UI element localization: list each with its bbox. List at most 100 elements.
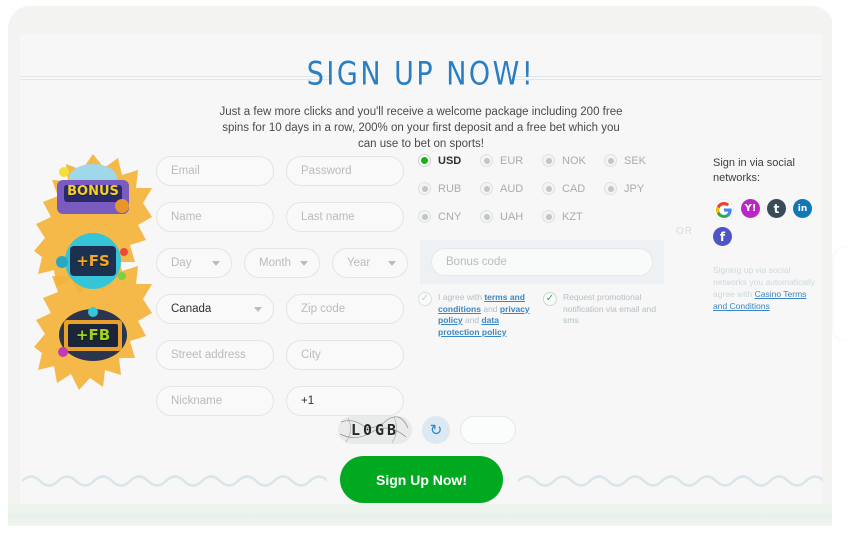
password-field[interactable]: Password xyxy=(286,156,404,186)
page-header: SIGN UP NOW! xyxy=(8,56,834,106)
agreements: ✓ I agree with terms and conditions and … xyxy=(418,292,668,338)
signup-page: SIGN UP NOW! Just a few more clicks and … xyxy=(0,0,850,536)
currency-label: JPY xyxy=(624,182,645,195)
currency-option-jpy[interactable]: JPY xyxy=(604,182,666,195)
checkbox-checked-icon[interactable]: ✓ xyxy=(543,292,557,306)
nickname-field[interactable]: Nickname xyxy=(156,386,274,416)
radio-icon xyxy=(418,210,431,223)
currency-option-cny[interactable]: CNY xyxy=(418,210,480,223)
page-subtitle: Just a few more clicks and you'll receiv… xyxy=(219,106,623,150)
agreement-terms[interactable]: ✓ I agree with terms and conditions and … xyxy=(418,292,543,338)
agreement-prefix: I agree with xyxy=(438,292,485,302)
form-row-address: Street address City xyxy=(156,340,408,370)
form-row-name: Name Last name xyxy=(156,202,408,232)
street-address-field[interactable]: Street address xyxy=(156,340,274,370)
radio-icon xyxy=(418,182,431,195)
currency-label: NOK xyxy=(562,154,586,167)
email-placeholder: Email xyxy=(171,165,200,177)
fs-badge-label: +FS xyxy=(76,252,110,270)
registration-form: Email Password Name Last name Day Month … xyxy=(156,156,408,432)
currency-label: RUB xyxy=(438,182,462,195)
fb-badge-label: +FB xyxy=(75,326,111,344)
form-row-contact: Nickname +1 xyxy=(156,386,408,416)
captcha-input[interactable] xyxy=(460,416,516,444)
bonus-artwork: BONUS +FS +FB xyxy=(34,154,152,390)
radio-icon xyxy=(604,182,617,195)
agreement-promotional[interactable]: ✓ Request promotional notification via e… xyxy=(543,292,668,338)
currency-row: CNY UAH KZT xyxy=(418,210,668,223)
wave-divider-left xyxy=(22,475,327,487)
sign-up-button[interactable]: Sign Up Now! xyxy=(340,456,503,503)
page-card: SIGN UP NOW! Just a few more clicks and … xyxy=(8,6,834,526)
city-field[interactable]: City xyxy=(286,340,404,370)
birth-month-select[interactable]: Month xyxy=(244,248,320,278)
currency-label: USD xyxy=(438,154,462,167)
chevron-down-icon xyxy=(212,261,220,266)
currency-option-cad[interactable]: CAD xyxy=(542,182,604,195)
birth-day-placeholder: Day xyxy=(171,257,192,269)
zip-code-placeholder: Zip code xyxy=(301,303,346,315)
city-placeholder: City xyxy=(301,349,321,361)
first-name-field[interactable]: Name xyxy=(156,202,274,232)
bonus-code-input[interactable]: Bonus code xyxy=(431,248,653,276)
currency-option-kzt[interactable]: KZT xyxy=(542,210,604,223)
radio-icon xyxy=(418,154,431,167)
phone-value: +1 xyxy=(301,395,315,407)
last-name-field[interactable]: Last name xyxy=(286,202,404,232)
tumblr-icon[interactable]: t xyxy=(767,199,786,218)
captcha-refresh-button[interactable]: ↻ xyxy=(422,416,450,444)
yahoo-glyph: Y! xyxy=(744,203,757,214)
radio-icon xyxy=(480,154,493,167)
or-divider: OR xyxy=(676,226,693,237)
last-name-placeholder: Last name xyxy=(301,211,355,223)
form-row-account: Email Password xyxy=(156,156,408,186)
linkedin-glyph: in xyxy=(797,203,808,214)
checkbox-unchecked-icon[interactable]: ✓ xyxy=(418,292,432,306)
street-address-placeholder: Street address xyxy=(171,349,246,361)
agreement-promotional-text: Request promotional notification via ema… xyxy=(563,292,657,325)
linkedin-icon[interactable]: in xyxy=(793,199,812,218)
radio-icon xyxy=(480,210,493,223)
currency-option-eur[interactable]: EUR xyxy=(480,154,542,167)
bonus-badge-label: BONUS xyxy=(67,183,119,199)
currency-option-uah[interactable]: UAH xyxy=(480,210,542,223)
chevron-down-icon xyxy=(300,261,308,266)
captcha-group: L0GB ↻ xyxy=(338,416,516,444)
yahoo-icon[interactable]: Y! xyxy=(741,199,760,218)
email-field[interactable]: Email xyxy=(156,156,274,186)
captcha-characters: L0GB xyxy=(350,421,400,439)
social-signin-title: Sign in via social networks: xyxy=(713,157,795,184)
currency-label: CNY xyxy=(438,210,462,223)
nickname-placeholder: Nickname xyxy=(171,395,223,407)
page-title: SIGN UP NOW! xyxy=(306,56,536,93)
currency-option-sek[interactable]: SEK xyxy=(604,154,666,167)
radio-icon xyxy=(542,182,555,195)
currency-label: CAD xyxy=(562,182,586,195)
birth-year-select[interactable]: Year xyxy=(332,248,408,278)
currency-option-nok[interactable]: NOK xyxy=(542,154,604,167)
country-select[interactable]: Canada xyxy=(156,294,274,324)
phone-field[interactable]: +1 xyxy=(286,386,404,416)
wave-divider-right xyxy=(518,475,823,487)
bonus-badge: BONUS xyxy=(50,162,136,220)
facebook-icon[interactable]: f xyxy=(713,227,732,246)
tumblr-glyph: t xyxy=(773,201,780,216)
scroll-handle[interactable] xyxy=(834,248,850,340)
fb-badge: +FB xyxy=(50,306,136,364)
google-icon[interactable] xyxy=(713,199,734,220)
currency-row: USD EUR NOK SEK xyxy=(418,154,668,167)
birth-day-select[interactable]: Day xyxy=(156,248,232,278)
agreement-terms-text: I agree with terms and conditions and pr… xyxy=(438,292,538,338)
facebook-glyph: f xyxy=(719,229,726,244)
form-row-birthdate: Day Month Year xyxy=(156,248,408,278)
currency-selector: USD EUR NOK SEK RUB AUD CAD JPY CNY UAH … xyxy=(418,154,668,238)
currency-option-rub[interactable]: RUB xyxy=(418,182,480,195)
currency-label: SEK xyxy=(624,154,647,167)
currency-option-usd[interactable]: USD xyxy=(418,154,480,167)
password-placeholder: Password xyxy=(301,165,352,177)
social-signin-panel: Sign in via social networks: Y! t in f S… xyxy=(713,156,823,312)
currency-option-aud[interactable]: AUD xyxy=(480,182,542,195)
chevron-down-icon xyxy=(254,307,262,312)
social-icon-list: Y! t in f xyxy=(713,199,817,246)
zip-code-field[interactable]: Zip code xyxy=(286,294,404,324)
